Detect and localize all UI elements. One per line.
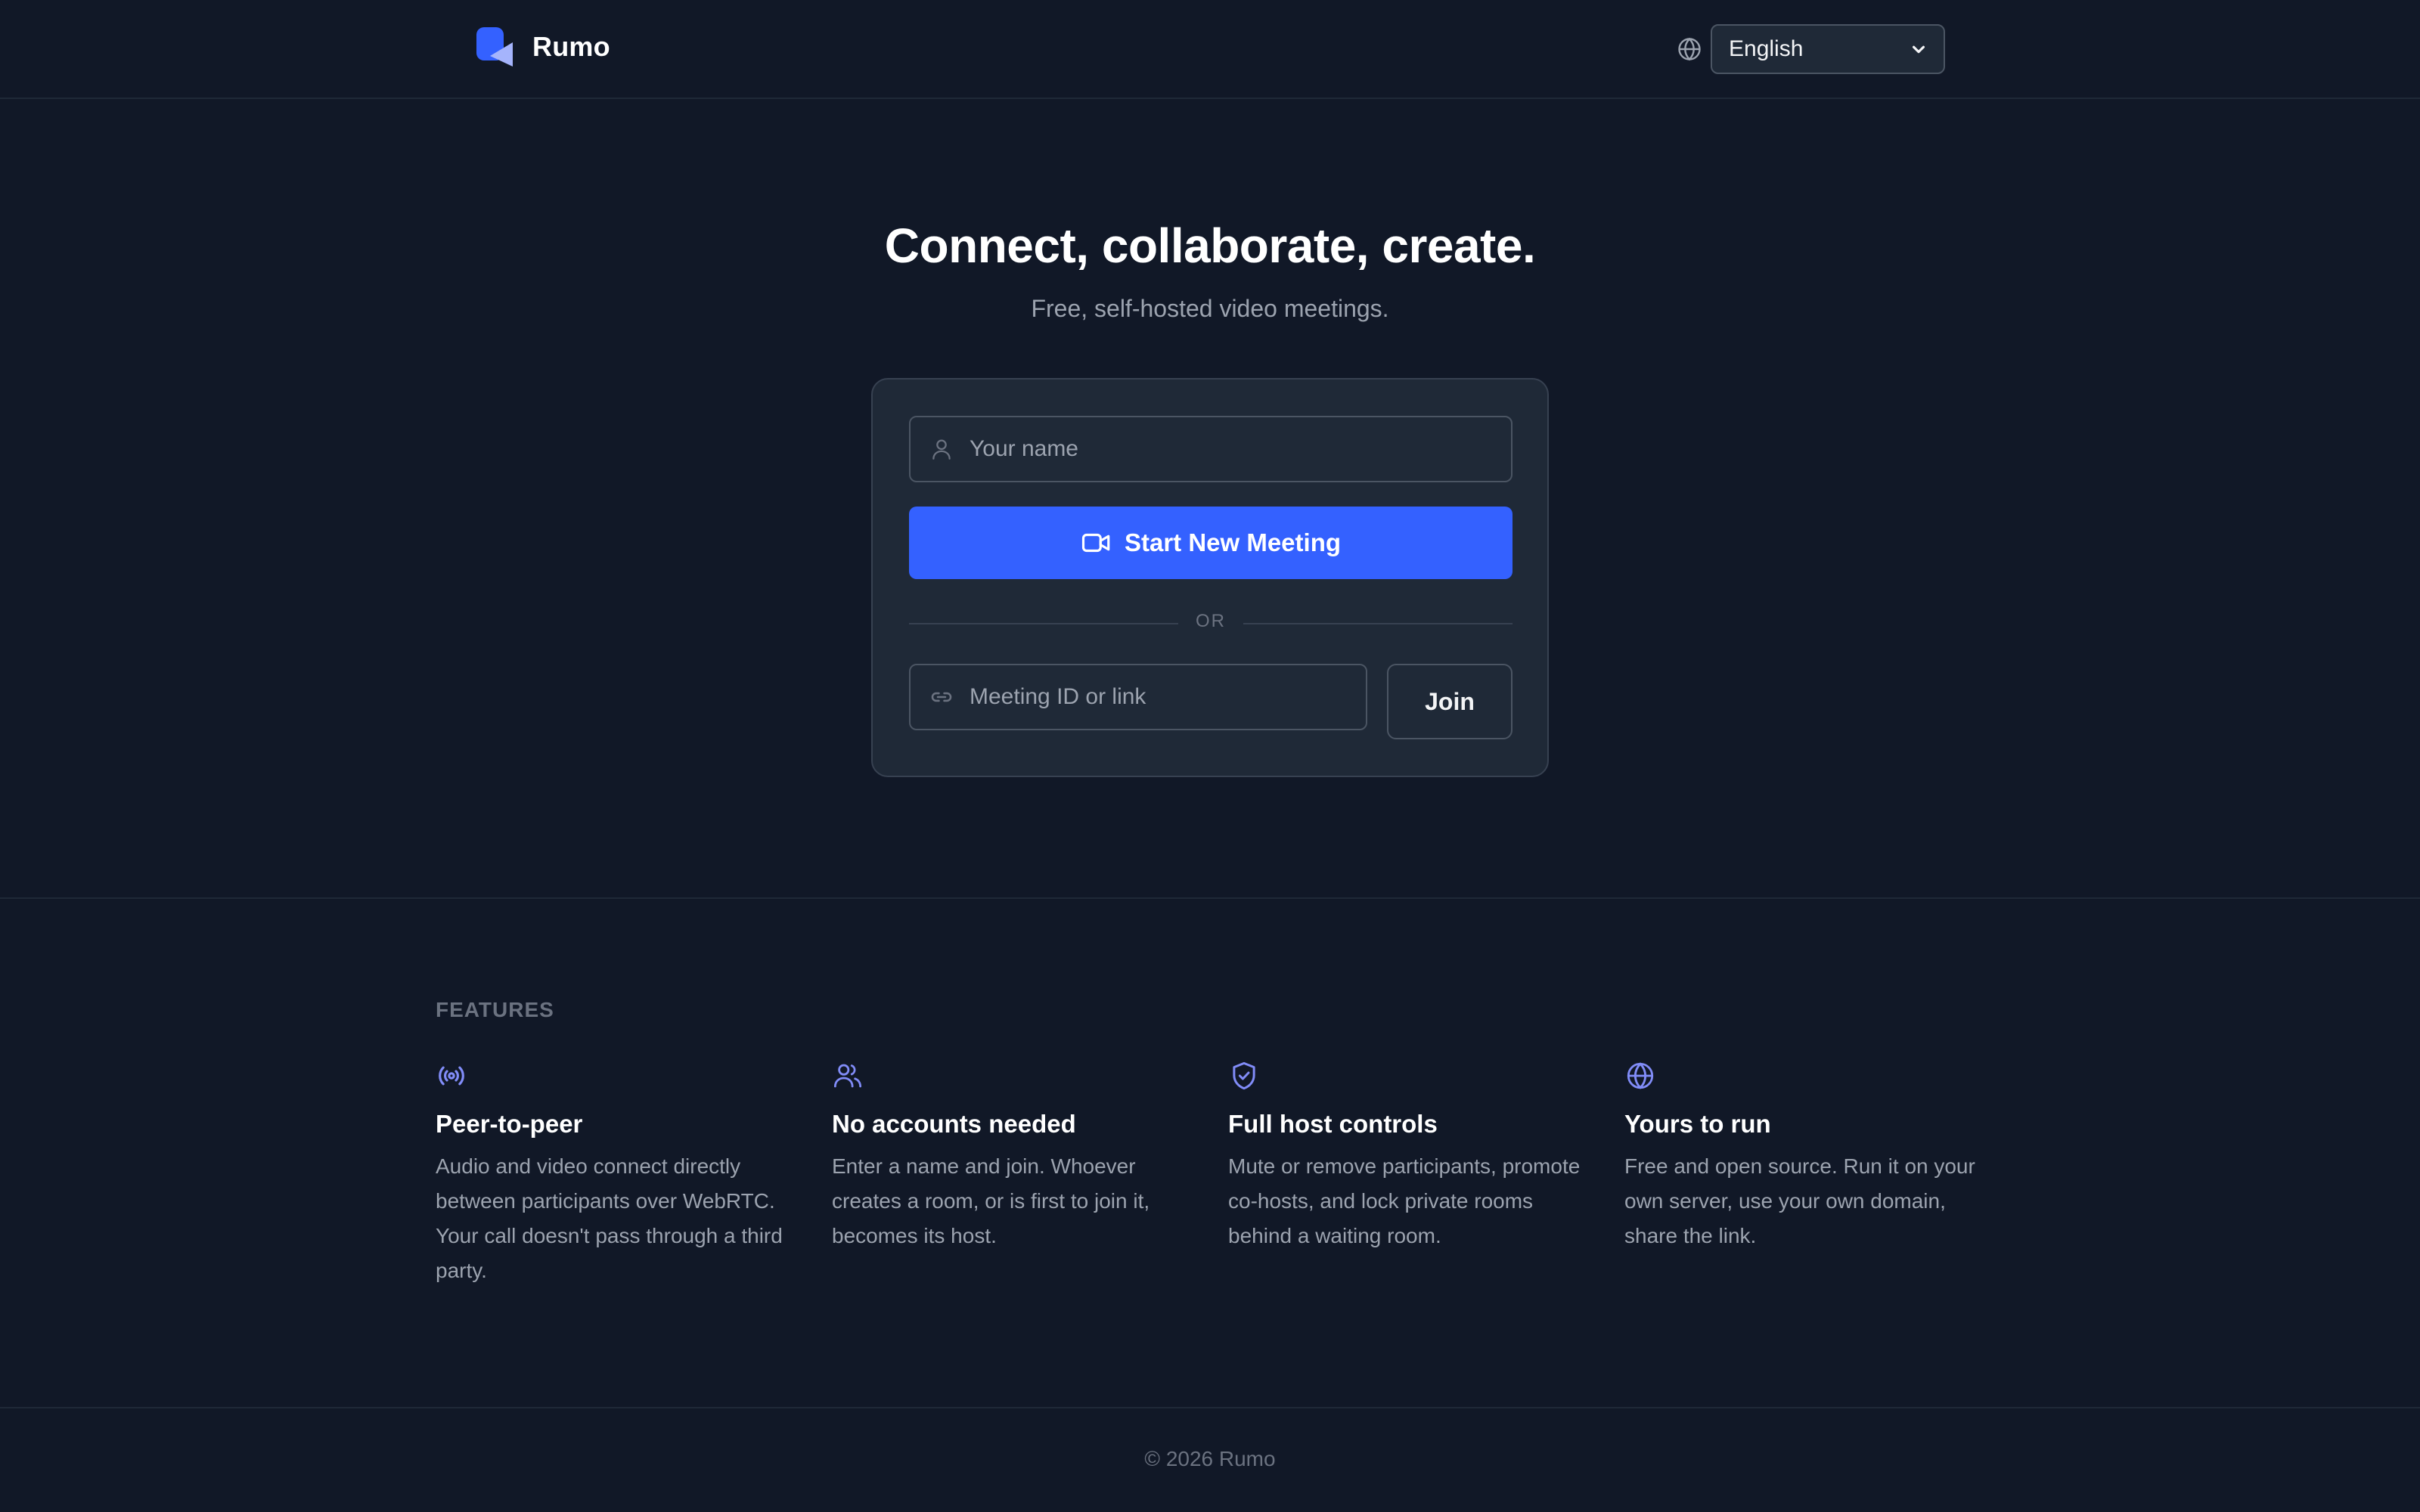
meeting-id-placeholder: Meeting ID or link [970,684,1146,709]
broadcast-icon [439,1066,464,1086]
feature-yours-to-run: Yours to run Free and open source. Run i… [1624,1060,1980,1253]
app-root: Rumo English Connect, collaborate, creat… [0,0,2420,1512]
link-icon [931,692,952,702]
page-title: Connect, collaborate, create. [884,218,1536,273]
feature-title: No accounts needed [832,1110,1076,1138]
divider-line-right [1243,623,1512,624]
start-new-meeting-button[interactable]: Start New Meeting [909,507,1512,579]
or-separator: OR [1196,611,1226,631]
brand[interactable]: Rumo [475,26,610,68]
feature-title: Full host controls [1228,1110,1438,1138]
footer-divider [0,1407,2420,1408]
feature-title: Peer-to-peer [436,1110,583,1138]
feature-description: Free and open source. Run it on your own… [1624,1154,1975,1247]
rumo-logo-icon [476,27,513,67]
feature-no-accounts: No accounts needed Enter a name and join… [832,1060,1187,1253]
section-divider [0,897,2420,899]
name-input-placeholder: Your name [970,436,1078,461]
language-select[interactable]: English [1711,24,1945,74]
top-header: Rumo English [0,0,2420,99]
meeting-id-input[interactable]: Meeting ID or link [909,664,1367,730]
feature-host-controls: Full host controls Mute or remove partic… [1228,1060,1584,1253]
divider-line-left [909,623,1178,624]
globe-icon [1627,1062,1654,1089]
features-heading: FEATURES [436,998,554,1021]
language-select-value: English [1729,36,1804,61]
start-new-meeting-label: Start New Meeting [1124,528,1342,556]
globe-icon [1678,37,1701,61]
feature-peer-to-peer: Peer-to-peer Audio and video connect dir… [436,1060,791,1288]
join-button[interactable]: Join [1387,664,1512,739]
footer-copyright: © 2026 Rumo [1144,1447,1276,1470]
brand-name: Rumo [532,31,610,62]
video-camera-icon [1081,533,1110,553]
users-icon [833,1064,862,1088]
feature-description: Enter a name and join. Whoever creates a… [832,1154,1150,1247]
user-icon [932,439,951,460]
chevron-down-icon [1912,45,1925,54]
name-input[interactable]: Your name [909,416,1512,482]
page-subtitle: Free, self-hosted video meetings. [1031,295,1389,322]
feature-title: Yours to run [1624,1110,1771,1138]
feature-description: Audio and video connect directly between… [436,1154,783,1282]
language-switcher: English [1676,24,1945,74]
shield-check-icon [1233,1061,1255,1090]
meeting-card: Your name Start New Meeting OR Meeting I… [871,378,1549,777]
feature-description: Mute or remove participants, promote co-… [1228,1154,1581,1247]
